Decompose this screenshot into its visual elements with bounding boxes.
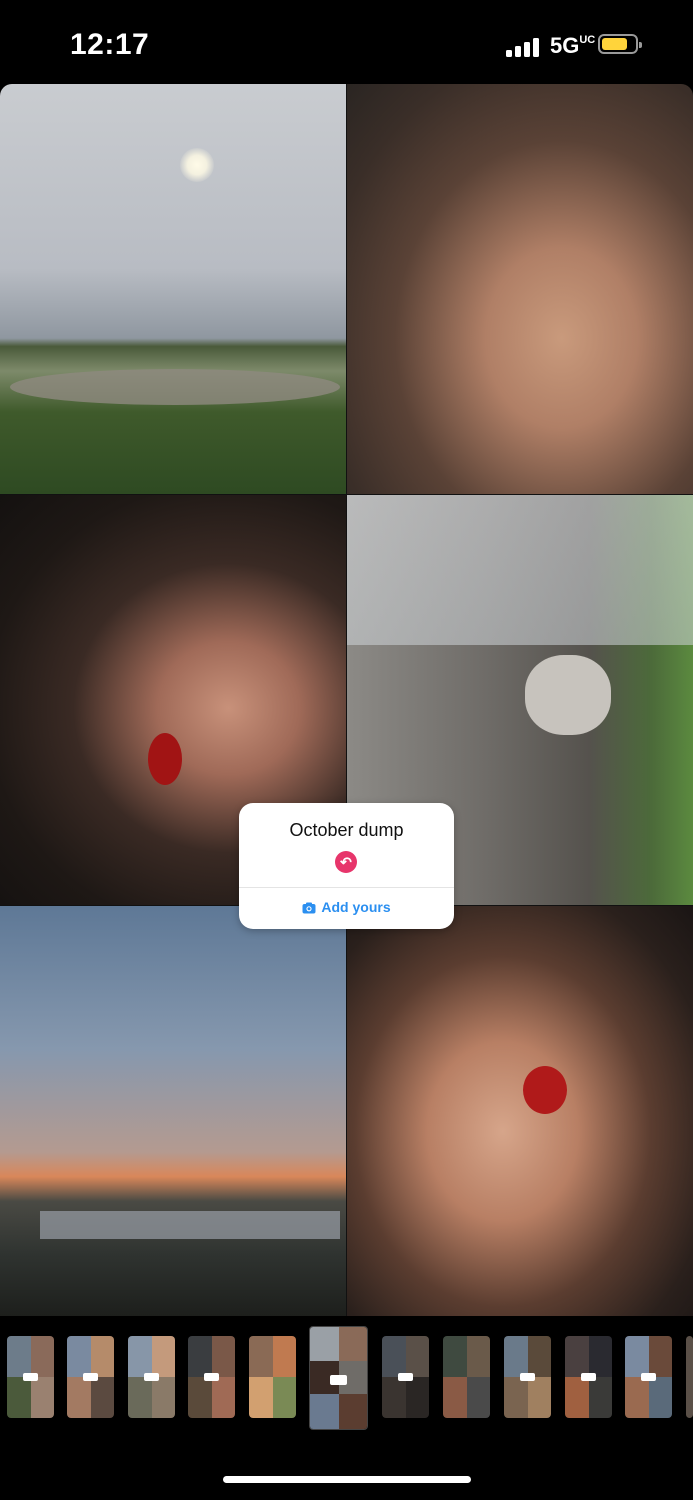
photo-sky-pond [0, 84, 346, 494]
story-thumbnail[interactable] [625, 1336, 672, 1418]
photo-freckled-selfie [347, 84, 693, 494]
story-thumbnail[interactable] [565, 1336, 612, 1418]
story-thumbnail-strip[interactable] [0, 1326, 693, 1430]
camera-icon [302, 902, 316, 914]
photo-sunset-lake [0, 906, 346, 1316]
story-thumbnail[interactable] [128, 1336, 175, 1418]
add-yours-button[interactable]: Add yours [239, 899, 454, 915]
divider [239, 887, 454, 888]
story-thumbnail[interactable] [7, 1336, 54, 1418]
story-thumbnail[interactable] [382, 1336, 429, 1418]
battery-icon [598, 34, 642, 54]
story-collage[interactable] [0, 84, 693, 1316]
status-bar: 12:17 5GUC [0, 0, 693, 84]
photo-upside-down-selfie [347, 906, 693, 1316]
story-thumbnail[interactable] [67, 1336, 114, 1418]
reply-arrow-icon[interactable]: ↶ [335, 851, 357, 873]
home-indicator[interactable] [223, 1476, 471, 1483]
story-thumbnail[interactable] [249, 1336, 296, 1418]
add-yours-sticker[interactable]: October dump ↶ Add yours [239, 803, 454, 929]
story-thumbnail[interactable] [188, 1336, 235, 1418]
network-indicator: 5GUC [550, 33, 596, 58]
add-yours-label: Add yours [321, 899, 391, 915]
sticker-title: October dump [289, 820, 404, 840]
story-thumbnail[interactable] [443, 1336, 490, 1418]
network-sup: UC [579, 33, 596, 46]
story-thumbnail[interactable] [686, 1336, 693, 1418]
status-time: 12:17 [70, 28, 150, 61]
signal-icon [506, 37, 542, 57]
story-thumbnail[interactable] [504, 1336, 551, 1418]
story-thumbnail-active[interactable] [309, 1326, 368, 1430]
